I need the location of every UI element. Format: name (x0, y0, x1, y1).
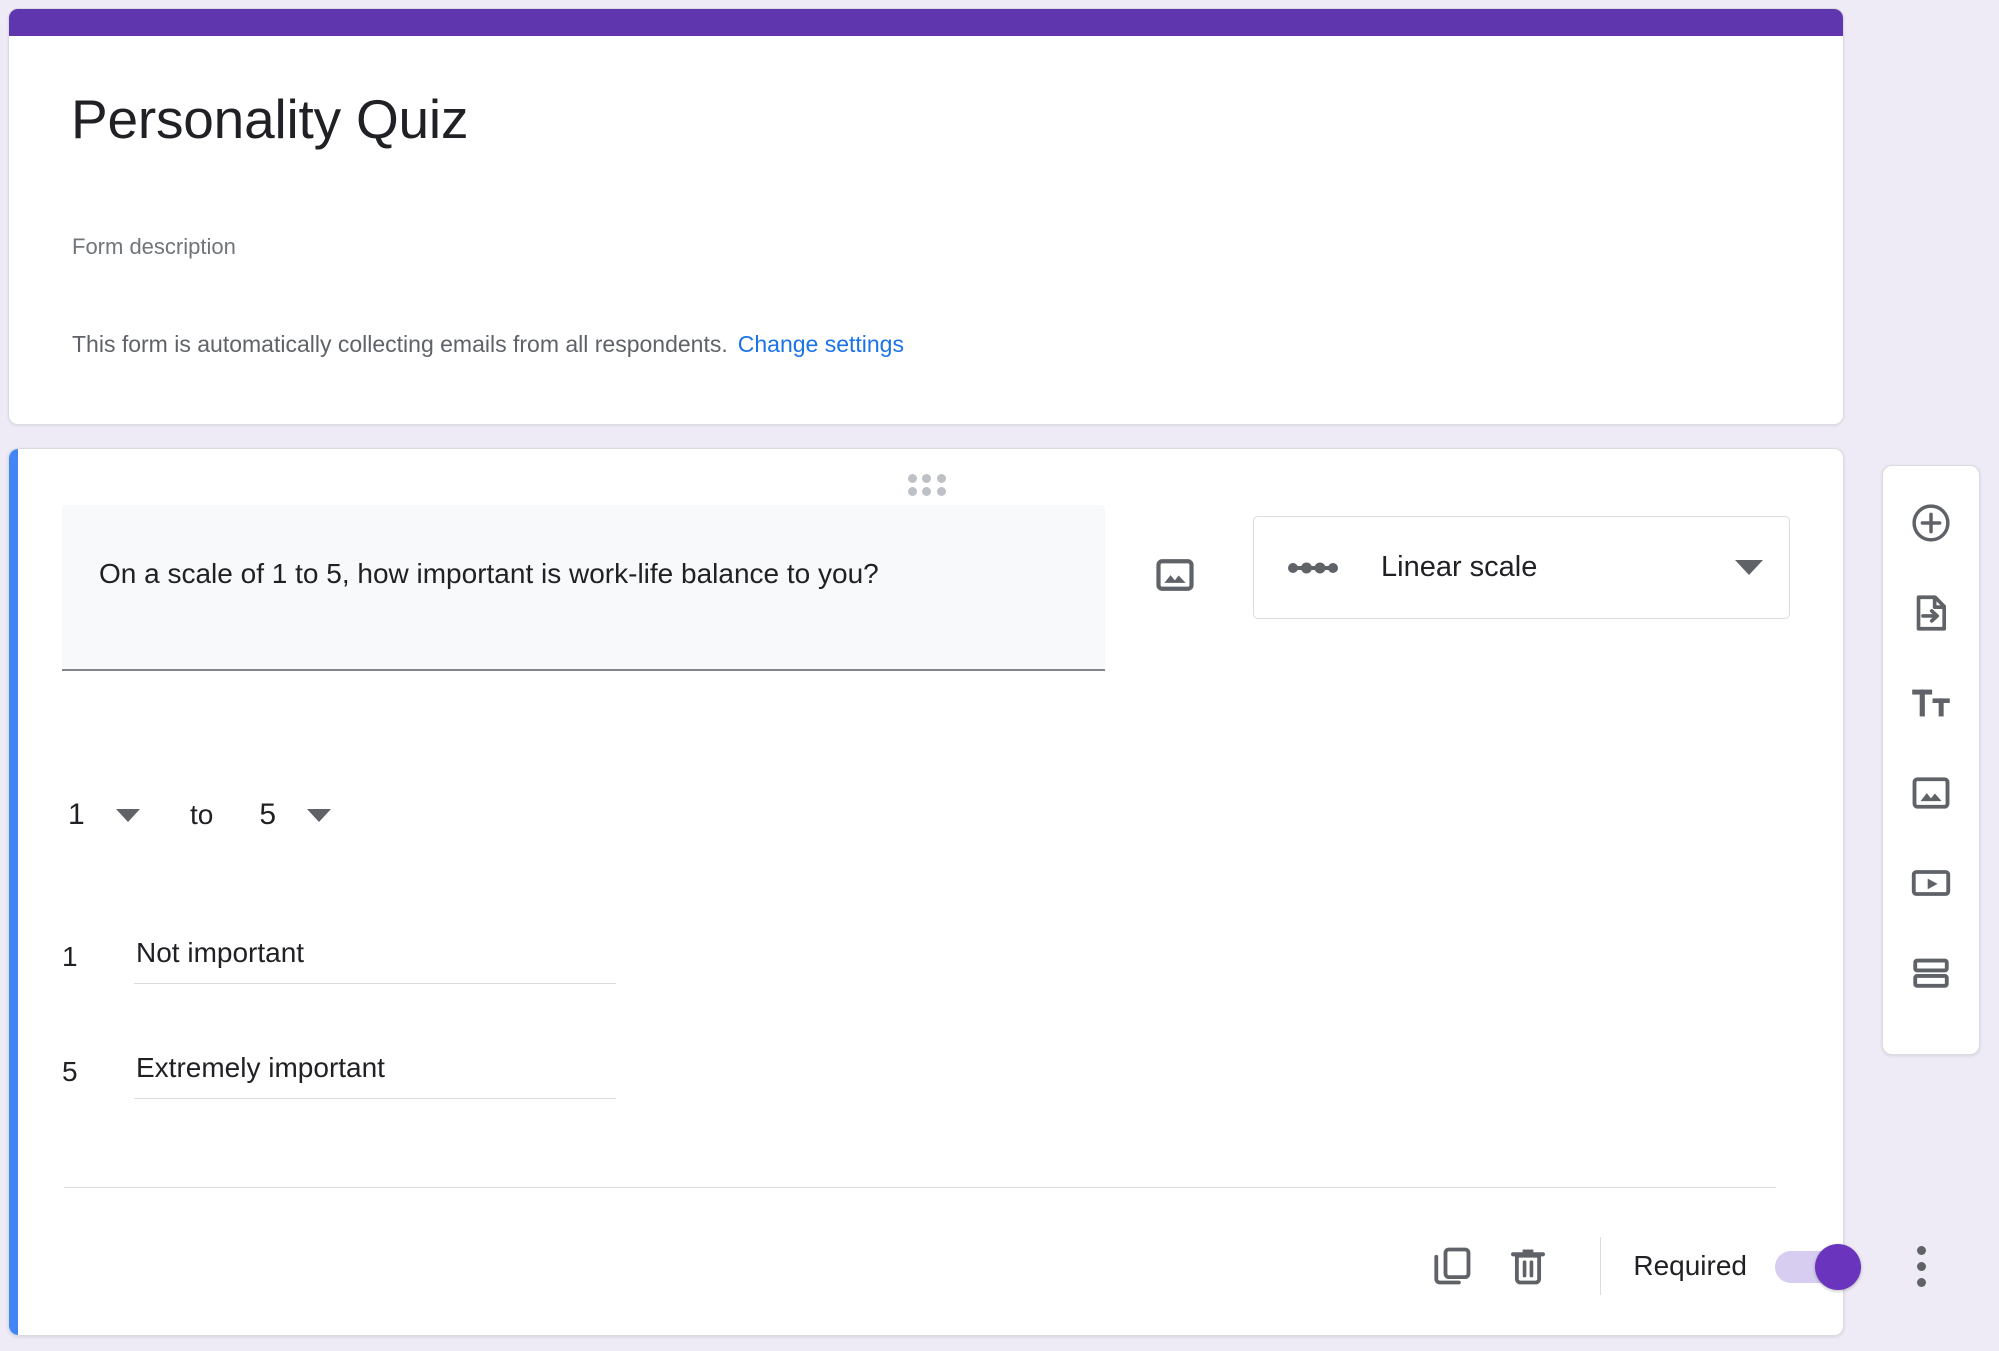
required-toggle[interactable] (1775, 1247, 1859, 1285)
scale-upper-bound-select[interactable]: 5 (253, 794, 337, 836)
section-icon (1909, 951, 1953, 995)
chevron-down-icon (1735, 560, 1763, 575)
drag-dot (922, 474, 931, 483)
duplicate-question-button[interactable] (1414, 1228, 1490, 1304)
trash-icon (1505, 1243, 1551, 1289)
scale-label-number: 5 (62, 1048, 134, 1088)
add-section-button[interactable] (1894, 936, 1968, 1010)
email-collection-notice: This form is automatically collecting em… (72, 331, 904, 358)
drag-dot (937, 487, 946, 496)
import-file-icon (1909, 591, 1953, 635)
drag-dot (937, 474, 946, 483)
image-icon (1153, 553, 1197, 597)
linear-scale-icon (1287, 557, 1339, 579)
footer-vertical-divider (1600, 1237, 1601, 1295)
add-question-button[interactable] (1894, 486, 1968, 560)
forms-editor-page: Personality Quiz Form description This f… (0, 0, 1999, 1351)
form-description-input[interactable]: Form description (72, 234, 236, 260)
duplicate-icon (1429, 1243, 1475, 1289)
question-title-input[interactable]: On a scale of 1 to 5, how important is w… (62, 505, 1105, 671)
scale-lower-bound-select[interactable]: 1 (62, 794, 146, 836)
image-icon (1909, 771, 1953, 815)
scale-label-input-high[interactable]: Extremely important (134, 1048, 616, 1099)
import-questions-button[interactable] (1894, 576, 1968, 650)
more-options-button[interactable] (1895, 1228, 1947, 1304)
drag-dot (908, 487, 917, 496)
form-header-card[interactable]: Personality Quiz Form description This f… (8, 8, 1844, 425)
more-vert-icon (1917, 1262, 1926, 1271)
question-type-select[interactable]: Linear scale (1253, 516, 1790, 619)
video-icon (1909, 861, 1953, 905)
plus-circle-icon (1909, 501, 1953, 545)
add-video-button[interactable] (1894, 846, 1968, 920)
chevron-down-icon (307, 809, 331, 822)
title-text-icon (1908, 680, 1954, 726)
scale-upper-bound-value: 5 (259, 798, 279, 832)
drag-dot (908, 474, 917, 483)
add-image-button[interactable] (1894, 756, 1968, 830)
scale-label-row-low: 1 Not important (62, 933, 616, 1003)
chevron-down-icon (116, 809, 140, 822)
form-theme-stripe (9, 9, 1843, 36)
delete-question-button[interactable] (1490, 1228, 1566, 1304)
active-question-indicator (9, 449, 18, 1335)
required-label: Required (1633, 1250, 1747, 1282)
question-type-value: Linear scale (1381, 551, 1735, 584)
scale-range-to-label: to (190, 799, 213, 831)
scale-label-input-low[interactable]: Not important (134, 933, 616, 984)
drag-handle-icon[interactable] (908, 474, 946, 492)
add-title-description-button[interactable] (1894, 666, 1968, 740)
question-footer-divider (64, 1187, 1776, 1188)
change-settings-link[interactable]: Change settings (738, 331, 904, 357)
more-vert-icon (1917, 1278, 1926, 1287)
scale-label-number: 1 (62, 933, 134, 973)
question-tools-toolbar (1882, 465, 1980, 1055)
add-image-to-question-button[interactable] (1137, 537, 1213, 613)
email-collection-text: This form is automatically collecting em… (72, 331, 728, 357)
question-footer-actions: Required (1414, 1228, 1947, 1304)
more-vert-icon (1917, 1246, 1926, 1255)
scale-lower-bound-value: 1 (68, 798, 88, 832)
form-title[interactable]: Personality Quiz (71, 89, 468, 150)
scale-label-row-high: 5 Extremely important (62, 1048, 616, 1118)
scale-range-row: 1 to 5 (62, 790, 337, 840)
toggle-knob (1815, 1244, 1861, 1290)
